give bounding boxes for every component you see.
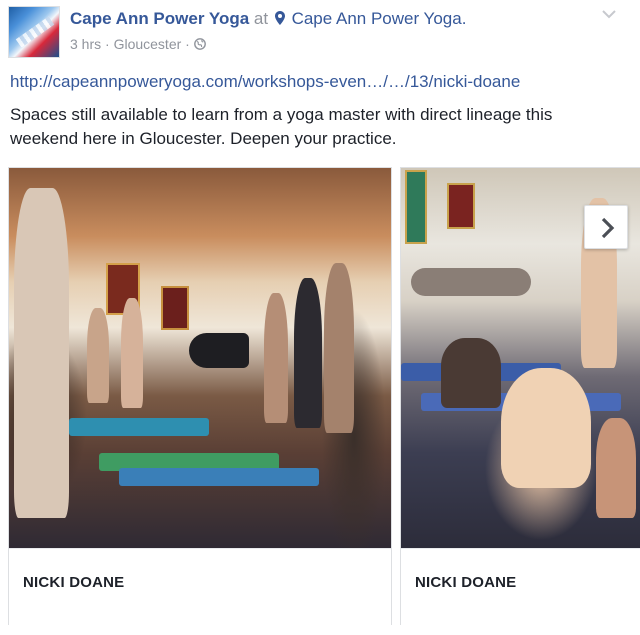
carousel-next-button[interactable] [584,205,628,249]
card-title[interactable]: NICKI DOANE [415,574,516,591]
meta-separator: · [105,36,110,52]
person [324,263,354,433]
post-header-title: Cape Ann Power Yoga at Cape Ann Power Yo… [70,9,466,29]
chevron-right-icon [601,217,615,239]
post-link-url[interactable]: http://capeannpoweryoga.com/workshops-ev… [10,72,520,92]
post-time[interactable]: 3 hrs [70,36,101,52]
yoga-mat [119,468,319,486]
card-label[interactable]: NICKI DOANE [401,548,640,627]
wall-banner [161,286,189,330]
page-avatar[interactable] [8,6,60,58]
yoga-mat [69,418,209,436]
person [441,338,501,408]
location-link[interactable]: Cape Ann Power Yoga. [273,9,467,28]
card-photo[interactable] [9,168,391,548]
link-carousel: NICKI DOANE NICKI DOANE [8,167,640,629]
card-title[interactable]: NICKI DOANE [23,574,124,591]
wall-banner [405,170,427,244]
person [121,298,143,408]
carousel-card[interactable]: NICKI DOANE [8,167,392,627]
person [264,293,288,423]
person [501,368,591,488]
post-text: Spaces still available to learn from a y… [10,105,553,148]
post-meta: 3 hrs · Gloucester · [70,36,206,52]
person [14,188,69,518]
at-text: at [253,9,269,28]
card-label[interactable]: NICKI DOANE [9,548,391,627]
person [596,418,636,518]
wall-banner [447,183,475,229]
person [294,278,322,428]
location-name[interactable]: Cape Ann Power Yoga. [292,9,467,28]
map-pin-icon [274,11,285,25]
globe-icon[interactable] [193,38,206,50]
person [189,333,249,368]
page-name-link[interactable]: Cape Ann Power Yoga [70,9,249,28]
post-place[interactable]: Gloucester [114,36,182,52]
person [411,268,531,296]
chevron-down-icon[interactable] [601,8,617,20]
person [87,308,109,403]
meta-separator: · [185,36,190,52]
